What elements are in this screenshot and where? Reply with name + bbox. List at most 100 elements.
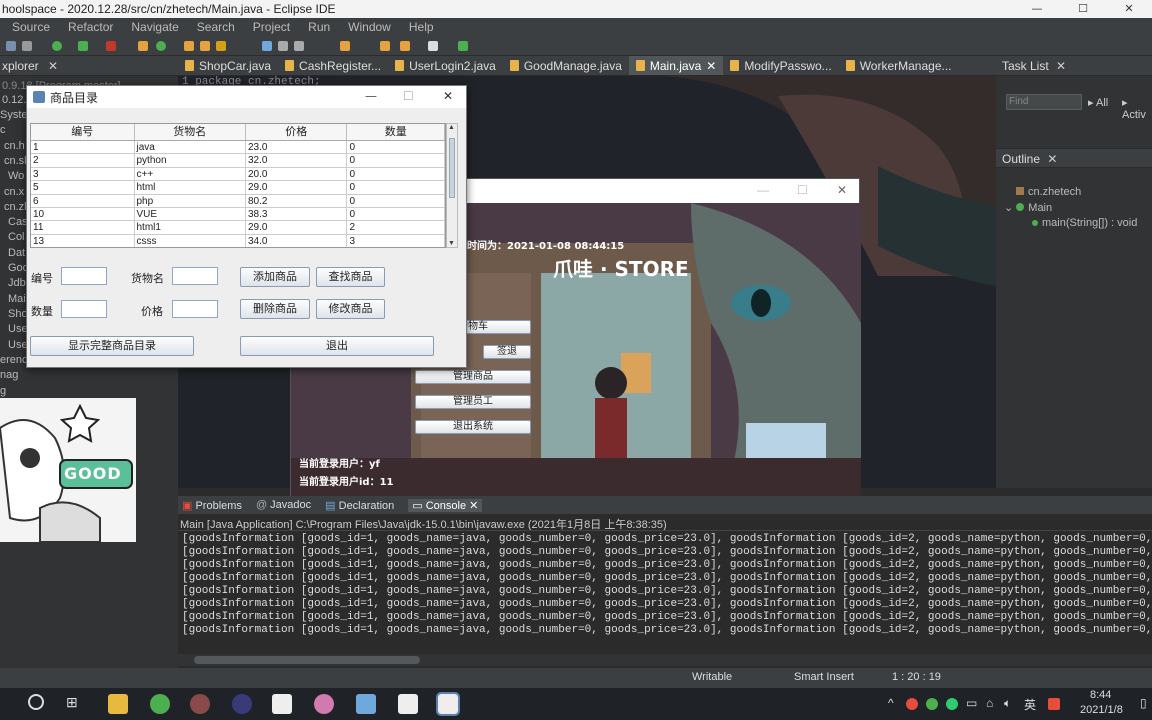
menu-help[interactable]: Help (400, 18, 443, 36)
file-explorer-icon[interactable] (108, 694, 128, 714)
id-field[interactable] (61, 267, 107, 285)
volume-icon[interactable]: 🔈︎ (1004, 696, 1011, 711)
tab-console[interactable]: ▭ Console ✕ (408, 498, 483, 512)
cell[interactable]: 13 (31, 234, 135, 247)
cell[interactable]: VUE (135, 207, 246, 221)
tree-item[interactable]: cn.sl (4, 155, 27, 167)
tree-item[interactable]: Use (8, 323, 28, 335)
delete-goods-button[interactable]: 删除商品 (240, 299, 310, 319)
tab-userlogin2[interactable]: UserLogin2.java (388, 56, 503, 75)
tree-item[interactable]: nag (0, 369, 18, 381)
network-icon[interactable]: ⌂ (986, 696, 993, 710)
cell[interactable]: 29.0 (246, 181, 348, 194)
tab-workermanage[interactable]: WorkerManage... (839, 56, 959, 75)
cell[interactable]: html (135, 181, 246, 194)
price-field[interactable] (172, 300, 218, 318)
tab-declaration[interactable]: ▤ Declaration (325, 499, 394, 512)
menu-run[interactable]: Run (299, 18, 339, 36)
goods-table[interactable]: 编号 货物名 价格 数量 1 java 23.0 0 2 python 32.0 0 3 c+… (30, 123, 446, 248)
paint-icon[interactable] (314, 694, 334, 714)
run-icon[interactable] (52, 41, 62, 51)
outline-item-method[interactable]: main(String[]) : void (1032, 217, 1137, 229)
console-hscrollbar[interactable] (178, 654, 1152, 666)
tree-item[interactable]: Col (8, 231, 25, 243)
cell[interactable]: 29.0 (246, 221, 348, 234)
cell[interactable]: 0 (347, 181, 445, 194)
tree-item[interactable]: g (0, 385, 6, 397)
perspective-icon[interactable] (458, 41, 468, 51)
table-row[interactable]: 2 python 32.0 0 (31, 154, 445, 168)
tree-item[interactable]: c (0, 124, 6, 136)
cell[interactable]: python (135, 154, 246, 167)
cell[interactable]: 6 (31, 194, 135, 207)
cell[interactable]: 2 (347, 221, 445, 234)
tab-goodmanage[interactable]: GoodManage.java (503, 56, 629, 75)
task-find-input[interactable]: Find (1006, 94, 1082, 110)
app-icon[interactable] (190, 694, 210, 714)
cell[interactable]: html1 (135, 221, 246, 234)
table-scrollbar[interactable]: ▲ ▼ (446, 123, 458, 248)
menu-navigate[interactable]: Navigate (122, 18, 187, 36)
cell[interactable]: php (135, 194, 246, 207)
notification-icon[interactable]: ▯ (1140, 696, 1147, 710)
quantity-field[interactable] (61, 300, 107, 318)
stop-icon[interactable] (106, 41, 116, 51)
menu-window[interactable]: Window (339, 18, 400, 36)
tray-display-icon[interactable]: ▭ (966, 696, 977, 710)
close-icon[interactable]: ✕ (1056, 59, 1066, 73)
forward-icon[interactable] (428, 41, 438, 51)
scrollbar-thumb[interactable] (449, 138, 455, 198)
tab-cashregister[interactable]: CashRegister... (278, 56, 388, 75)
cell[interactable]: 0 (347, 154, 445, 167)
maximize-icon[interactable]: ☐ (1060, 0, 1106, 18)
clock-time[interactable]: 8:44 (1090, 689, 1111, 701)
column-header-id[interactable]: 编号 (31, 124, 135, 140)
cell[interactable]: 2 (31, 154, 135, 167)
console-output[interactable]: [goodsInformation [goods_id=1, goods_nam… (178, 530, 1152, 654)
tab-problems[interactable]: ▣ Problems (182, 499, 242, 512)
table-row[interactable]: 5 html 29.0 0 (31, 181, 445, 195)
toggle-icon[interactable] (278, 41, 288, 51)
column-header-quantity[interactable]: 数量 (347, 124, 445, 140)
close-icon[interactable]: ✕ (1047, 152, 1057, 166)
cell[interactable]: 0 (347, 141, 445, 154)
close-icon[interactable]: ✕ (469, 500, 478, 512)
tab-main[interactable]: Main.java ✕ (628, 56, 724, 76)
manage-goods-button[interactable]: 管理商品 (415, 370, 531, 384)
cell[interactable]: 0 (347, 207, 445, 221)
close-icon[interactable]: ✕ (706, 56, 716, 76)
minimize-icon[interactable]: — (365, 89, 377, 103)
cell[interactable]: 34.0 (246, 234, 348, 247)
open-type-icon[interactable] (200, 41, 210, 51)
outline-item-package[interactable]: cn.zhetech (1016, 186, 1081, 198)
tree-item[interactable]: cn.h (4, 140, 25, 152)
tray-app-icon[interactable] (946, 698, 958, 710)
tab-modifypassword[interactable]: ModifyPasswo... (723, 56, 838, 75)
tab-javadoc[interactable]: @ Javadoc (256, 499, 311, 511)
ime-indicator[interactable]: 英 (1024, 696, 1036, 713)
cell[interactable]: 23.0 (246, 141, 348, 154)
column-header-price[interactable]: 价格 (246, 124, 348, 140)
cell[interactable]: 20.0 (246, 167, 348, 181)
minimize-icon[interactable]: — (1014, 0, 1060, 18)
save-icon[interactable] (22, 41, 32, 51)
name-field[interactable] (172, 267, 218, 285)
task-view-icon[interactable]: ⊞ (66, 694, 78, 711)
table-row[interactable]: 1 java 23.0 0 (31, 141, 445, 155)
add-goods-button[interactable]: 添加商品 (240, 267, 310, 287)
prev-annotation-icon[interactable] (380, 41, 390, 51)
tree-item[interactable]: Cas (8, 216, 28, 228)
cell[interactable]: 38.3 (246, 207, 348, 221)
outline-tab[interactable]: Outline ✕ (996, 148, 1152, 168)
java-icon[interactable] (272, 694, 292, 714)
next-annotation-icon[interactable] (340, 41, 350, 51)
table-row[interactable]: 3 c++ 20.0 0 (31, 167, 445, 182)
task-filter-all[interactable]: ▸ All (1088, 96, 1108, 109)
task-activate[interactable]: ▸ Activ (1122, 96, 1152, 121)
package-icon[interactable] (138, 41, 148, 51)
menu-search[interactable]: Search (188, 18, 244, 36)
close-icon[interactable]: ✕ (837, 183, 847, 197)
tree-item[interactable]: Dat (8, 247, 25, 259)
cell[interactable]: 1 (31, 141, 135, 154)
tree-item[interactable]: erenc (0, 354, 28, 366)
